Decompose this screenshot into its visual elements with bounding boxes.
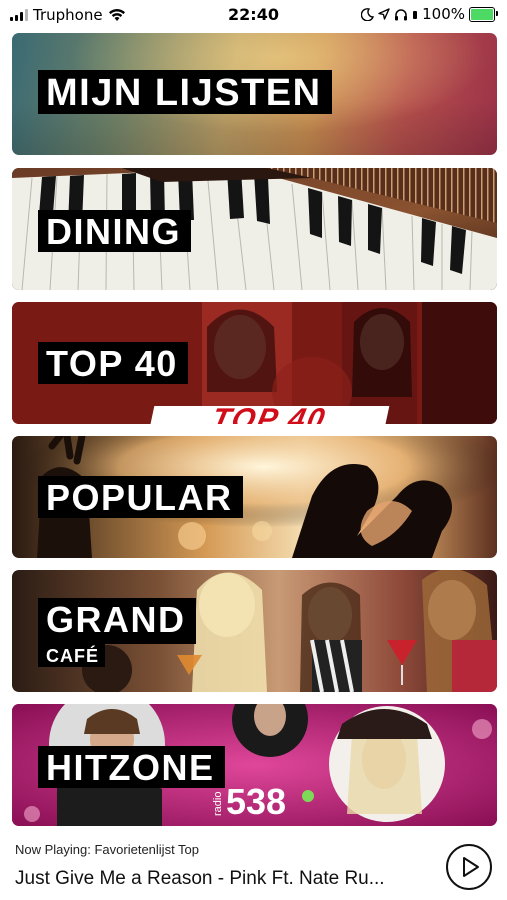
radio538-logo-radio: radio — [212, 791, 224, 816]
tile-title-main: GRAND — [46, 599, 186, 640]
playlist-tile-top-40[interactable]: TOP 40 TOP 40 — [12, 302, 497, 424]
location-arrow-icon — [378, 8, 390, 20]
battery-icon — [469, 6, 498, 22]
tile-subtitle: CAFÉ — [38, 644, 105, 667]
radio538-logo: radio 538 — [212, 782, 332, 822]
status-right: 100% — [361, 5, 498, 23]
tile-title: MIJN LIJSTEN — [38, 70, 332, 114]
play-button[interactable] — [446, 844, 492, 890]
playlist-tile-grand-cafe[interactable]: GRAND CAFÉ — [12, 570, 497, 692]
tile-title: HITZONE — [38, 746, 225, 788]
tile-title: DINING — [38, 210, 191, 252]
headphones-icon — [395, 8, 408, 20]
now-playing-label: Now Playing: Favorietenlijst Top — [15, 842, 200, 857]
play-icon — [463, 857, 479, 877]
battery-percent: 100% — [422, 5, 465, 23]
status-bar: Truphone 22:40 100% — [0, 0, 507, 30]
radio538-logo-dot — [302, 790, 314, 802]
playlist-tile-popular[interactable]: POPULAR — [12, 436, 497, 558]
playlist-tile-mijn-lijsten[interactable]: MIJN LIJSTEN — [12, 33, 497, 155]
playlist-tile-dining[interactable]: DINING — [12, 168, 497, 290]
now-playing-bar[interactable]: Now Playing: Favorietenlijst Top Just Gi… — [0, 828, 507, 900]
tile-title: GRAND — [38, 598, 196, 644]
tile-title: TOP 40 — [38, 342, 188, 384]
tile-title: POPULAR — [38, 476, 243, 518]
now-playing-track: Just Give Me a Reason - Pink Ft. Nate Ru… — [15, 868, 385, 889]
playlist-tile-hitzone[interactable]: radio 538 HITZONE — [12, 704, 497, 826]
moon-icon — [361, 7, 375, 21]
top40-banner-text: TOP 40 — [208, 406, 330, 424]
top40-banner: TOP 40 — [149, 406, 390, 424]
lock-rotation-icon — [413, 11, 418, 19]
radio538-logo-number: 538 — [226, 781, 287, 822]
